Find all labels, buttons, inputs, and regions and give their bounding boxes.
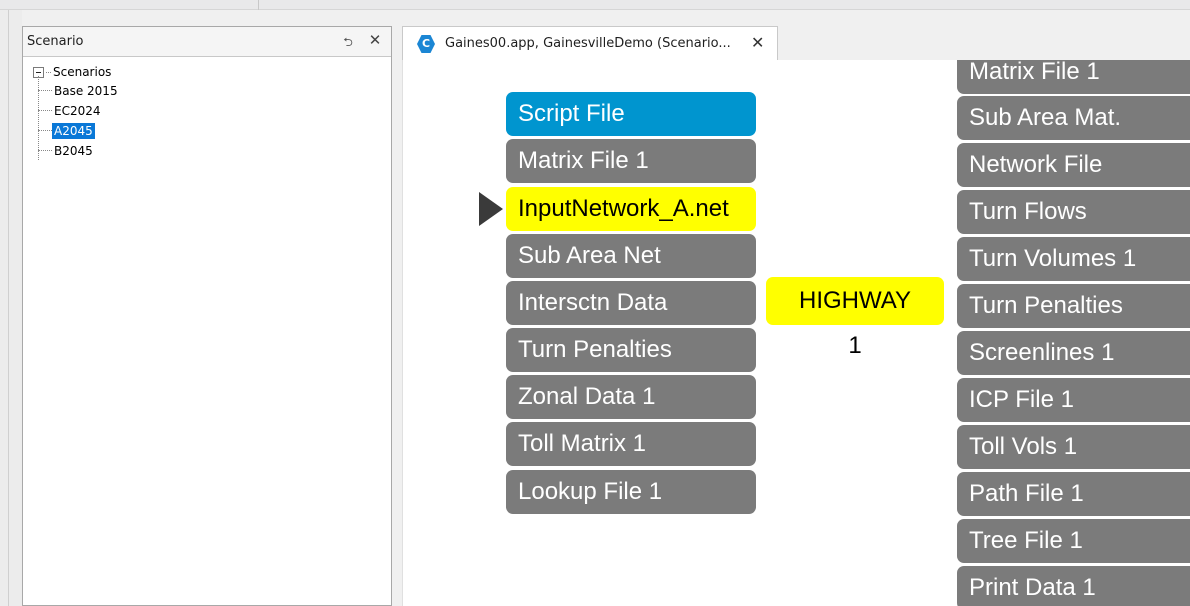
top-toolbar-strip [0,0,1190,10]
tree-item-label: A2045 [52,122,95,139]
tree-item-label: EC2024 [54,103,101,118]
toolbar-separator [258,0,259,10]
step-box-highway[interactable]: HIGHWAY [766,277,944,325]
tree-item-ec2024[interactable]: EC2024 [38,102,103,119]
document-tab[interactable]: C Gaines00.app, GainesvilleDemo (Scenari… [402,26,778,60]
tree-connector [38,90,52,91]
tree-connector [38,150,52,151]
tree-root-scenarios[interactable]: Scenarios [33,64,111,80]
output-slot-tree-file[interactable]: Tree File 1 [957,519,1190,563]
input-slot-toll-matrix[interactable]: Toll Matrix 1 [506,422,756,466]
input-slot-network-file[interactable]: InputNetwork_A.net [506,187,756,231]
input-slot-zonal-data[interactable]: Zonal Data 1 [506,375,756,419]
input-slot-sub-area-net[interactable]: Sub Area Net [506,234,756,278]
output-slot-toll-vols[interactable]: Toll Vols 1 [957,425,1190,469]
tree-connector [38,110,52,111]
flowchart-canvas[interactable]: Script File Matrix File 1 InputNetwork_A… [402,60,1190,606]
input-slot-turn-penalties[interactable]: Turn Penalties [506,328,756,372]
output-slot-turn-volumes[interactable]: Turn Volumes 1 [957,237,1190,281]
scenario-tree: Scenarios Base 2015 EC2024 A2045 B2045 [23,59,391,599]
tree-item-a2045[interactable]: A2045 [38,122,95,139]
tree-item-b2045[interactable]: B2045 [38,142,95,159]
output-slot-print-data[interactable]: Print Data 1 [957,566,1190,606]
tree-connector [38,130,52,131]
tree-item-label: B2045 [54,143,93,158]
dock-divider [8,10,9,606]
output-slot-path-file[interactable]: Path File 1 [957,472,1190,516]
step-number: 1 [848,332,862,359]
tree-item-base-2015[interactable]: Base 2015 [38,82,120,99]
input-slot-script-file[interactable]: Script File [506,92,756,136]
tree-connector [46,71,51,73]
scenario-panel-header: Scenario ⮌ ✕ [23,27,391,57]
input-slot-matrix-file[interactable]: Matrix File 1 [506,139,756,183]
output-slot-network-file[interactable]: Network File [957,143,1190,187]
output-slot-turn-flows[interactable]: Turn Flows [957,190,1190,234]
scenario-panel: Scenario ⮌ ✕ Scenarios Base 2015 EC2024 … [22,26,392,606]
left-dock-edge [0,10,22,606]
input-slot-lookup-file[interactable]: Lookup File 1 [506,470,756,514]
tree-root-label: Scenarios [53,65,112,79]
output-slot-icp-file[interactable]: ICP File 1 [957,378,1190,422]
close-icon[interactable]: ✕ [367,31,383,49]
output-slot-turn-penalties[interactable]: Turn Penalties [957,284,1190,328]
app-file-icon: C [417,35,435,53]
output-slot-sub-area-mat[interactable]: Sub Area Mat. [957,96,1190,140]
output-slot-screenlines[interactable]: Screenlines 1 [957,331,1190,375]
pin-icon[interactable]: ⮌ [341,33,355,54]
app-window: Scenario ⮌ ✕ Scenarios Base 2015 EC2024 … [0,0,1190,606]
panel-title: Scenario [27,34,84,49]
current-file-pointer-icon [479,192,503,226]
close-tab-icon[interactable]: ✕ [751,33,764,52]
output-slot-matrix-file[interactable]: Matrix File 1 [957,60,1190,94]
tree-item-label: Base 2015 [54,83,118,98]
tab-label: Gaines00.app, GainesvilleDemo (Scenario.… [445,36,731,51]
input-slot-intersection-data[interactable]: Intersctn Data [506,281,756,325]
